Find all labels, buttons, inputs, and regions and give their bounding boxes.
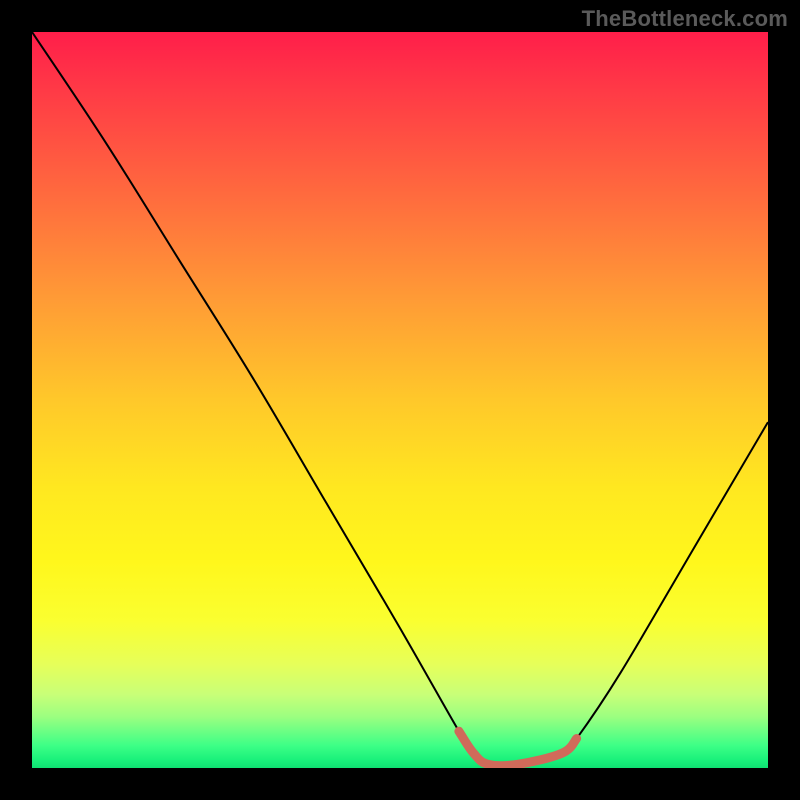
trough-marker-path bbox=[459, 731, 577, 766]
watermark-label: TheBottleneck.com bbox=[582, 6, 788, 32]
chart-svg bbox=[32, 32, 768, 768]
plot-area bbox=[32, 32, 768, 768]
chart-frame: TheBottleneck.com bbox=[0, 0, 800, 800]
main-curve-path bbox=[32, 32, 768, 766]
